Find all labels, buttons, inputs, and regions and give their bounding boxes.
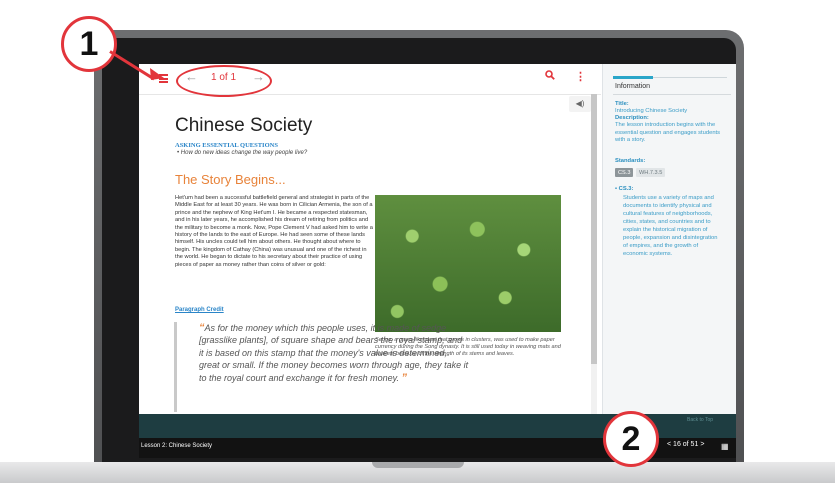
essential-question-text: How do new ideas change the way people l… [180,150,308,156]
info-standards-label: Standards: [615,158,646,164]
callout-number-1: 1 [61,16,117,72]
story-paragraph: Het'um had been a successful battlefield… [175,195,373,268]
quote-bar [174,322,177,412]
close-quote-mark: ” [401,371,407,384]
lesson-title: Chinese Society [175,115,313,136]
quote-text: As for the money which this people uses,… [199,323,469,383]
speaker-icon[interactable]: ◀) [569,96,591,112]
standard-badge-wh735[interactable]: WH.7.3.5 [636,168,666,177]
blockquote: “As for the money which this people uses… [199,322,469,384]
essential-question: • How do new ideas change the way people… [177,150,308,156]
scrollbar-thumb[interactable] [591,94,597,364]
callout-number-2: 2 [603,411,659,467]
callout-ring-toolbar [176,65,272,97]
next-lesson-icon[interactable]: > [700,441,704,448]
app-screen: ← 1 of 1 → ⋮ ◀) Chinese Society ASKING E… [139,64,736,458]
info-description-label: Description: [615,115,649,121]
cs-heading: • CS.3: [615,186,634,192]
lesson-name: Lesson 2: Chinese Society [141,443,213,449]
search-icon[interactable] [545,70,555,83]
info-divider [613,94,731,95]
cs-description: Students use a variety of maps and docum… [623,195,718,257]
standard-badge-cs3[interactable]: CS.3 [615,168,634,177]
laptop-notch [372,462,464,468]
info-title-label: Title: [615,101,629,107]
sedge-photo [375,195,561,332]
section-heading: The Story Begins... [175,172,286,187]
back-to-top-link[interactable]: Back to Top [687,417,713,423]
info-tab-indicator [613,76,653,79]
lesson-pager[interactable]: < 16 of 51 > [667,441,704,448]
info-description-value: The lesson introduction begins with the … [615,122,721,144]
prev-lesson-icon[interactable]: < [667,441,671,448]
grid-icon[interactable]: ▦ [721,442,729,451]
cs-heading-text: CS.3: [618,186,634,192]
info-heading: Information [615,83,651,90]
pager-text: 16 of 51 [673,441,699,448]
information-panel: Information Title: Introducing Chinese S… [602,64,736,414]
callout-arrowhead-icon [150,68,164,80]
info-tab-rule [653,77,727,78]
more-vertical-icon[interactable]: ⋮ [575,70,586,83]
essential-questions-label: ASKING ESSENTIAL QUESTIONS [175,142,278,149]
paragraph-credit-link[interactable]: Paragraph Credit [175,307,224,313]
